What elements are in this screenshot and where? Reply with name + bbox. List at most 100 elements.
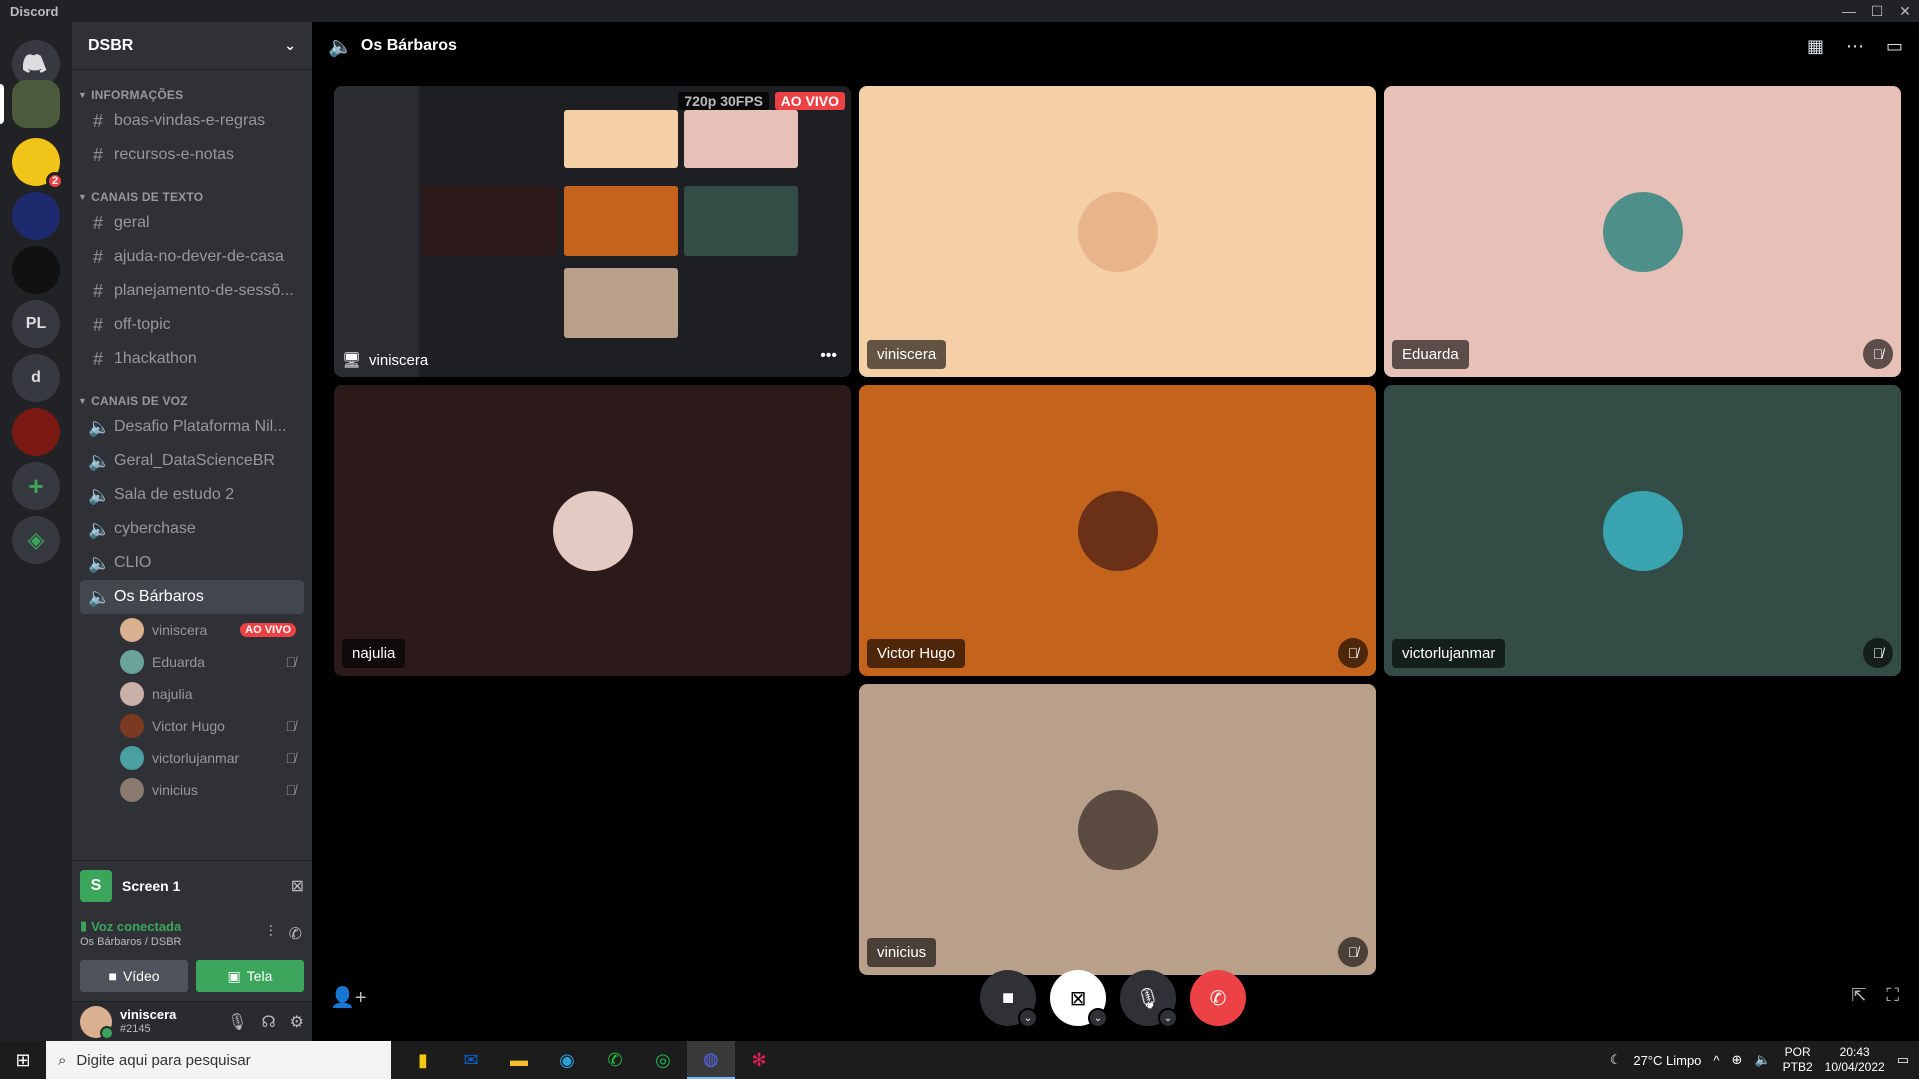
edge-icon[interactable]: ◉: [543, 1041, 591, 1079]
voice-channel-cyberchase[interactable]: 🔈 cyberchase: [80, 512, 304, 546]
voice-status[interactable]: Voz conectada: [91, 919, 181, 934]
voice-channel-desafio[interactable]: 🔈 Desafio Plataforma Nil...: [80, 410, 304, 444]
participant-tile-viniscera[interactable]: viniscera: [859, 86, 1376, 377]
voice-user-victorlujanmar[interactable]: victorlujanmar 🎙̸: [112, 742, 304, 774]
voice-channel-sala-estudo[interactable]: 🔈 Sala de estudo 2: [80, 478, 304, 512]
minimize-button[interactable]: —: [1835, 0, 1863, 22]
close-button[interactable]: ✕: [1891, 0, 1919, 22]
more-options-icon[interactable]: •••: [820, 347, 837, 365]
discord-taskbar-icon[interactable]: ◍: [687, 1041, 735, 1079]
channel-geral[interactable]: # geral: [80, 206, 304, 240]
voice-user-victor-hugo[interactable]: Victor Hugo 🎙̸: [112, 710, 304, 742]
participant-name: victorlujanmar: [1392, 639, 1506, 668]
voice-channel-geral-ds[interactable]: 🔈 Geral_DataScienceBR: [80, 444, 304, 478]
participant-tile-najulia[interactable]: najulia: [334, 385, 851, 676]
file-explorer-icon[interactable]: ▬: [495, 1041, 543, 1079]
channel-label: off-topic: [114, 316, 171, 333]
voice-user-name: viniscera: [152, 622, 208, 638]
speaker-icon: 🔈: [328, 35, 353, 58]
notifications-icon[interactable]: ▭: [1897, 1052, 1909, 1068]
stop-stream-icon[interactable]: ⊠: [291, 876, 304, 896]
voice-user-najulia[interactable]: najulia: [112, 678, 304, 710]
weather-moon-icon: ☾: [1609, 1052, 1622, 1067]
avatar: [120, 746, 144, 770]
category-text[interactable]: ▼ CANAIS DE TEXTO: [72, 188, 312, 206]
spotify-icon[interactable]: ◎: [639, 1041, 687, 1079]
add-server-button[interactable]: +: [12, 462, 60, 510]
participant-tile-victor-hugo[interactable]: Victor Hugo 🎙̸: [859, 385, 1376, 676]
compass-icon: ◈: [27, 527, 45, 552]
mic-muted-icon: 🎙̸: [1863, 638, 1893, 668]
channel-label: Os Bárbaros: [114, 588, 204, 605]
voice-user-eduarda[interactable]: Eduarda 🎙̸: [112, 646, 304, 678]
microphone-icon[interactable]: 🎙: [227, 1012, 247, 1032]
headphones-icon[interactable]: ☊: [261, 1012, 275, 1032]
hash-icon: #: [92, 348, 103, 369]
voice-user-viniscera[interactable]: viniscera AO VIVO: [112, 614, 304, 646]
disconnect-button[interactable]: ✆: [1190, 970, 1246, 1026]
channel-ajuda[interactable]: # ajuda-no-dever-de-casa: [80, 240, 304, 274]
stream-tile[interactable]: 720p 30FPS AO VIVO 🖥 viniscera •••: [334, 86, 851, 377]
screen-share-row[interactable]: S Screen 1 ⊠: [72, 860, 312, 910]
video-button[interactable]: ■ Vídeo: [80, 960, 188, 992]
channel-planejamento[interactable]: # planejamento-de-sessõ...: [80, 274, 304, 308]
pop-out-icon[interactable]: ⇱: [1851, 985, 1866, 1006]
participant-tile-eduarda[interactable]: Eduarda 🎙̸: [1384, 86, 1901, 377]
slack-icon[interactable]: ✻: [735, 1041, 783, 1079]
voice-channel-clio[interactable]: 🔈 CLIO: [80, 546, 304, 580]
discord-logo-icon: [23, 54, 47, 73]
voice-user-vinicius[interactable]: vinicius 🎙̸: [112, 774, 304, 806]
language-indicator[interactable]: POR PTB2: [1783, 1045, 1813, 1075]
channel-label: boas-vindas-e-regras: [114, 112, 266, 129]
chevron-down-icon[interactable]: ⌄: [1088, 1008, 1108, 1028]
channel-off-topic[interactable]: # off-topic: [80, 308, 304, 342]
channel-boas-vindas[interactable]: # boas-vindas-e-regras: [80, 104, 304, 138]
server-ply[interactable]: [12, 408, 60, 456]
more-options-icon[interactable]: ⋯: [1846, 36, 1864, 57]
camera-button[interactable]: ■ ⌄: [980, 970, 1038, 1028]
phone-app-icon[interactable]: ✆: [591, 1041, 639, 1079]
network-icon[interactable]: ⊕: [1732, 1052, 1743, 1068]
grid-layout-icon[interactable]: ▦: [1807, 36, 1824, 57]
server-dsbr[interactable]: [12, 80, 60, 128]
channel-hackathon[interactable]: #1hackathon: [80, 342, 304, 376]
clock[interactable]: 20:43 10/04/2022: [1825, 1045, 1885, 1075]
microphone-button[interactable]: 🎙 ⌄: [1120, 970, 1178, 1028]
mail-icon[interactable]: ✉: [447, 1041, 495, 1079]
server-d[interactable]: d: [12, 354, 60, 402]
explore-servers-button[interactable]: ◈: [12, 516, 60, 564]
noise-suppression-icon[interactable]: ⫶: [269, 924, 273, 944]
participant-tile-victorlujanmar[interactable]: victorlujanmar 🎙̸: [1384, 385, 1901, 676]
settings-gear-icon[interactable]: ⚙: [290, 1012, 304, 1032]
chevron-down-icon[interactable]: ⌄: [1158, 1008, 1178, 1028]
server-wn[interactable]: [12, 192, 60, 240]
power-bi-icon[interactable]: ▮: [399, 1041, 447, 1079]
weather-text[interactable]: 27°C Limpo: [1633, 1053, 1701, 1068]
avatar[interactable]: [80, 1005, 114, 1040]
disconnect-icon[interactable]: ✆: [289, 924, 302, 944]
taskbar-search[interactable]: ⌕ Digite aqui para pesquisar: [46, 1041, 391, 1079]
avatar: [120, 778, 144, 802]
signal-icon: ▮: [80, 918, 88, 933]
avatar: [120, 650, 144, 674]
server-colorful[interactable]: 2: [12, 138, 64, 190]
voice-channel-os-barbaros[interactable]: 🔈 Os Bárbaros: [80, 580, 304, 614]
inbox-icon[interactable]: ▭: [1886, 36, 1903, 57]
category-info[interactable]: ▼ INFORMAÇÕES: [72, 86, 312, 104]
server-jrferraz[interactable]: [12, 246, 60, 294]
chevron-down-icon[interactable]: ⌄: [1018, 1008, 1038, 1028]
search-placeholder: Digite aqui para pesquisar: [76, 1051, 251, 1069]
volume-icon[interactable]: 🔈: [1754, 1052, 1770, 1068]
server-pl[interactable]: PL: [12, 300, 60, 348]
guild-header[interactable]: DSBR ⌄: [72, 22, 312, 70]
add-user-icon[interactable]: 👤+: [330, 985, 367, 1010]
windows-start-button[interactable]: ⊞: [0, 1050, 46, 1071]
participant-tile-vinicius[interactable]: vinicius 🎙̸: [859, 684, 1376, 975]
screen-button[interactable]: ▣ Tela: [196, 960, 304, 992]
category-voice[interactable]: ▼ CANAIS DE VOZ: [72, 392, 312, 410]
maximize-button[interactable]: ☐: [1863, 0, 1891, 22]
screen-share-button[interactable]: ⊠ ⌄: [1050, 970, 1108, 1028]
channel-recursos[interactable]: # recursos-e-notas: [80, 138, 304, 172]
fullscreen-icon[interactable]: ⛶: [1886, 985, 1899, 1006]
chevron-up-icon[interactable]: ^: [1713, 1053, 1719, 1068]
